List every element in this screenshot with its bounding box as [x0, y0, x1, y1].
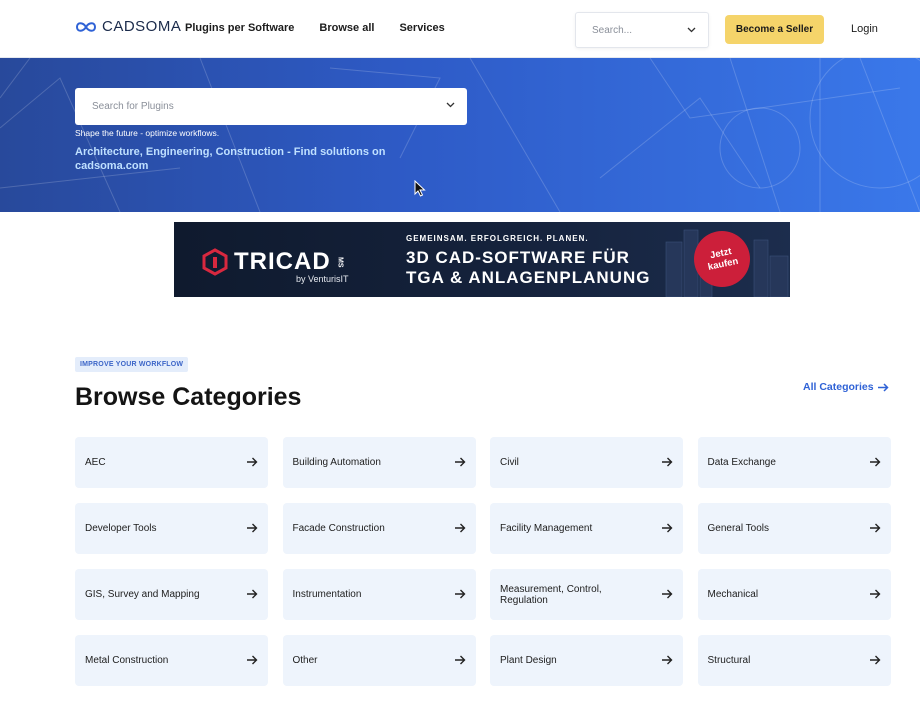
- arrow-right-icon: [662, 655, 673, 665]
- arrow-right-icon: [662, 457, 673, 467]
- arrow-right-icon: [869, 523, 880, 533]
- category-label: Developer Tools: [85, 523, 157, 534]
- banner-headline-1: 3D CAD-SOFTWARE FÜR: [406, 248, 630, 267]
- tricad-banner-ad[interactable]: TRICAD MS by VenturisIT GEMEINSAM. ERFOL…: [174, 222, 790, 297]
- site-header: CADSOMA Plugins per Software Browse all …: [0, 0, 920, 58]
- category-card[interactable]: Measurement, Control, Regulation: [490, 569, 683, 620]
- category-label: Facility Management: [500, 523, 593, 534]
- arrow-right-icon: [662, 523, 673, 533]
- cadsoma-logo[interactable]: CADSOMA: [75, 18, 181, 35]
- arrow-right-icon: [869, 457, 880, 467]
- category-label: AEC: [85, 457, 106, 468]
- hero-section: Search for Plugins Shape the future - op…: [0, 58, 920, 212]
- category-label: Data Exchange: [707, 457, 776, 468]
- tricad-hex-icon: [202, 248, 228, 276]
- category-card[interactable]: GIS, Survey and Mapping: [75, 569, 268, 620]
- hero-headline: Architecture, Engineering, Construction …: [75, 146, 386, 172]
- category-card[interactable]: Metal Construction: [75, 635, 268, 686]
- category-card[interactable]: Structural: [697, 635, 891, 686]
- category-card[interactable]: AEC: [75, 437, 268, 488]
- login-link[interactable]: Login: [851, 23, 878, 35]
- category-label: Mechanical: [707, 589, 759, 600]
- banner-headline-2: TGA & ANLAGENPLANUNG: [406, 268, 651, 287]
- chevron-down-icon: [446, 102, 455, 108]
- all-categories-link[interactable]: All Categories: [803, 381, 889, 393]
- nav-browse-all[interactable]: Browse all: [319, 22, 374, 34]
- banner-tagline: GEMEINSAM. ERFOLGREICH. PLANEN.: [406, 234, 589, 243]
- category-label: Measurement, Control, Regulation: [500, 583, 602, 606]
- category-label: GIS, Survey and Mapping: [85, 589, 200, 600]
- tricad-brand-suffix: MS: [336, 256, 344, 268]
- arrow-right-icon: [662, 589, 673, 599]
- mouse-cursor-icon: [414, 180, 426, 197]
- section-title: Browse Categories: [75, 383, 302, 411]
- arrow-right-icon: [247, 523, 258, 533]
- category-label: Civil: [500, 457, 519, 468]
- arrow-right-icon: [454, 589, 465, 599]
- section-eyebrow-badge: IMPROVE YOUR WORKFLOW: [75, 357, 189, 372]
- category-label: Facade Construction: [292, 523, 385, 534]
- arrow-right-icon: [247, 589, 258, 599]
- arrow-right-icon: [454, 457, 465, 467]
- header-search-dropdown[interactable]: Search...: [575, 12, 709, 48]
- arrow-right-icon: [869, 589, 880, 599]
- infinity-logo-icon: [75, 21, 97, 32]
- header-search-placeholder: Search...: [592, 25, 633, 36]
- hero-plugin-search[interactable]: Search for Plugins: [75, 88, 467, 125]
- category-label: Metal Construction: [85, 655, 169, 666]
- tricad-brand-text: TRICAD: [234, 248, 331, 275]
- all-categories-label: All Categories: [803, 381, 874, 393]
- category-label: Plant Design: [500, 655, 557, 666]
- category-label: Structural: [707, 655, 751, 666]
- arrow-right-icon: [454, 655, 465, 665]
- category-label: Instrumentation: [292, 589, 362, 600]
- arrow-right-icon: [247, 655, 258, 665]
- hero-tagline: Shape the future - optimize workflows.: [75, 128, 220, 138]
- category-card[interactable]: Plant Design: [490, 635, 683, 686]
- category-card[interactable]: Data Exchange: [697, 437, 891, 488]
- arrow-right-icon: [247, 457, 258, 467]
- category-card[interactable]: Civil: [490, 437, 683, 488]
- arrow-right-icon: [877, 382, 889, 392]
- category-grid: AEC Building Automation Civil Data Exchange…: [75, 437, 891, 686]
- category-card[interactable]: Building Automation: [282, 437, 476, 488]
- category-card[interactable]: Other: [282, 635, 476, 686]
- category-label: General Tools: [707, 523, 770, 534]
- main-nav: Plugins per Software Browse all Services: [185, 22, 445, 34]
- tricad-logo: TRICAD MS: [202, 248, 344, 276]
- category-card[interactable]: Mechanical: [697, 569, 891, 620]
- category-card[interactable]: General Tools: [697, 503, 891, 554]
- category-card[interactable]: Instrumentation: [282, 569, 476, 620]
- category-label: Other: [292, 655, 318, 666]
- banner-by-line: by VenturisIT: [296, 274, 349, 284]
- arrow-right-icon: [454, 523, 465, 533]
- category-card[interactable]: Facility Management: [490, 503, 683, 554]
- chevron-down-icon: [687, 27, 696, 33]
- hero-search-placeholder: Search for Plugins: [92, 101, 174, 112]
- nav-plugins-per-software[interactable]: Plugins per Software: [185, 22, 294, 34]
- category-card[interactable]: Developer Tools: [75, 503, 268, 554]
- become-seller-button[interactable]: Become a Seller: [725, 15, 824, 44]
- logo-text: CADSOMA: [102, 18, 182, 35]
- category-label: Building Automation: [292, 457, 381, 468]
- arrow-right-icon: [869, 655, 880, 665]
- nav-services[interactable]: Services: [399, 22, 444, 34]
- category-card[interactable]: Facade Construction: [282, 503, 476, 554]
